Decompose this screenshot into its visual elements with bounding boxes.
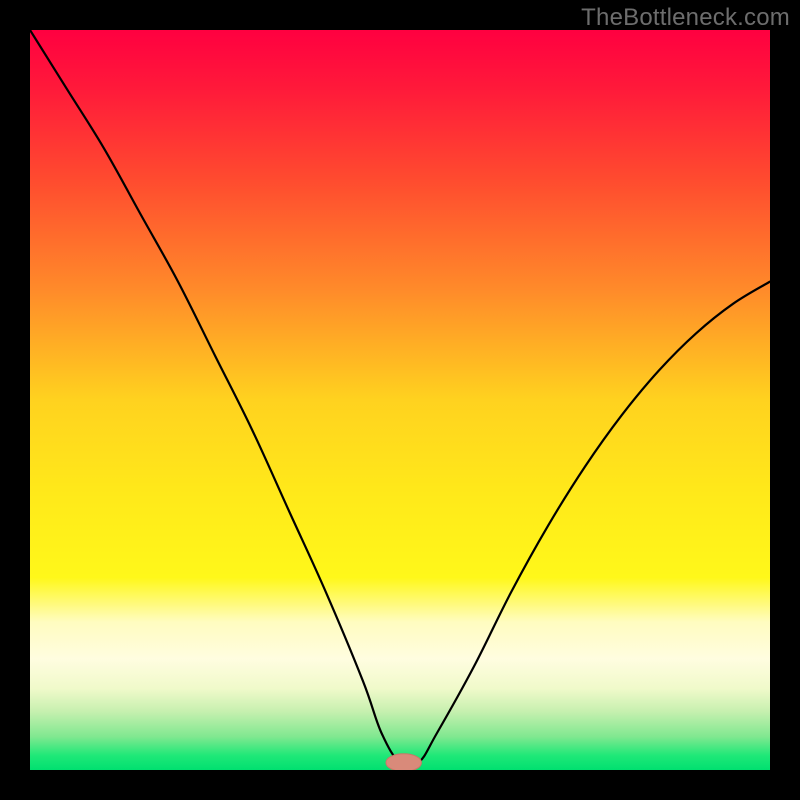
- watermark-text: TheBottleneck.com: [581, 4, 790, 32]
- chart-frame: TheBottleneck.com: [0, 0, 800, 800]
- gradient-background: [30, 30, 770, 770]
- minimum-marker: [386, 754, 422, 770]
- bottleneck-chart: [30, 30, 770, 770]
- plot-area: [30, 30, 770, 770]
